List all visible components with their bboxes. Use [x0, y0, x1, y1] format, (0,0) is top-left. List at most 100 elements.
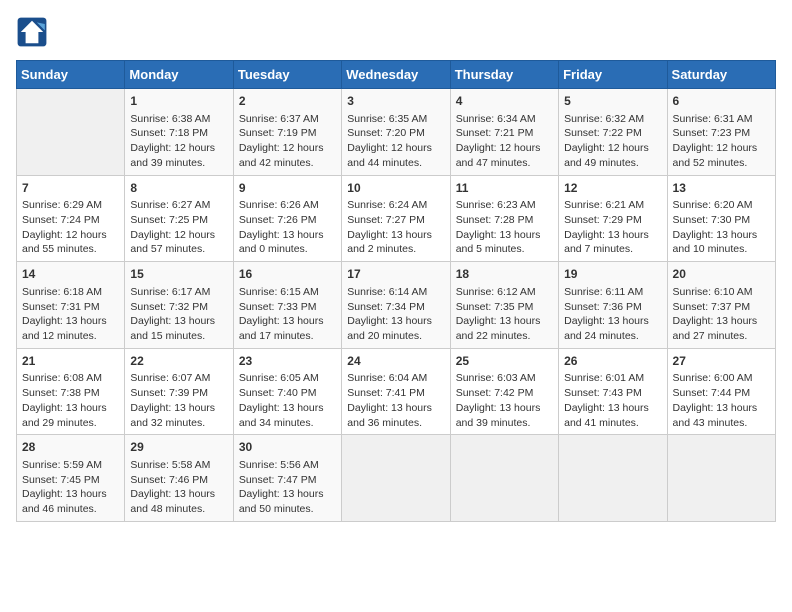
day-info: Sunrise: 5:56 AM Sunset: 7:47 PM Dayligh… [239, 458, 336, 517]
day-number: 2 [239, 93, 336, 110]
day-cell: 16 Sunrise: 6:15 AM Sunset: 7:33 PM Dayli… [233, 262, 341, 349]
day-cell: 3 Sunrise: 6:35 AM Sunset: 7:20 PM Daylig… [342, 89, 450, 176]
day-info: Sunrise: 6:00 AM Sunset: 7:44 PM Dayligh… [673, 371, 770, 430]
day-info: Sunrise: 6:15 AM Sunset: 7:33 PM Dayligh… [239, 285, 336, 344]
day-number: 8 [130, 180, 227, 197]
day-cell: 22Sunrise: 6:07 AM Sunset: 7:39 PM Dayli… [125, 348, 233, 435]
day-info: Sunrise: 6:23 AM Sunset: 7:28 PM Dayligh… [456, 198, 553, 257]
day-info: Sunrise: 6:12 AM Sunset: 7:35 PM Dayligh… [456, 285, 553, 344]
day-cell: 25Sunrise: 6:03 AM Sunset: 7:42 PM Dayli… [450, 348, 558, 435]
day-cell: 19 Sunrise: 6:11 AM Sunset: 7:36 PM Dayli… [559, 262, 667, 349]
day-number: 24 [347, 353, 444, 370]
day-number: 29 [130, 439, 227, 456]
day-info: Sunrise: 5:59 AM Sunset: 7:45 PM Dayligh… [22, 458, 119, 517]
day-number: 26 [564, 353, 661, 370]
day-number: 14 [22, 266, 119, 283]
day-info: Sunrise: 6:11 AM Sunset: 7:36 PM Dayligh… [564, 285, 661, 344]
day-number: 9 [239, 180, 336, 197]
day-cell [559, 435, 667, 522]
week-row-4: 21Sunrise: 6:08 AM Sunset: 7:38 PM Dayli… [17, 348, 776, 435]
day-info: Sunrise: 6:05 AM Sunset: 7:40 PM Dayligh… [239, 371, 336, 430]
day-number: 4 [456, 93, 553, 110]
day-info: Sunrise: 5:58 AM Sunset: 7:46 PM Dayligh… [130, 458, 227, 517]
day-header-saturday: Saturday [667, 61, 775, 89]
day-info: Sunrise: 6:03 AM Sunset: 7:42 PM Dayligh… [456, 371, 553, 430]
day-number: 21 [22, 353, 119, 370]
day-cell: 11Sunrise: 6:23 AM Sunset: 7:28 PM Dayli… [450, 175, 558, 262]
day-number: 7 [22, 180, 119, 197]
day-number: 17 [347, 266, 444, 283]
calendar-table: SundayMondayTuesdayWednesdayThursdayFrid… [16, 60, 776, 522]
day-info: Sunrise: 6:18 AM Sunset: 7:31 PM Dayligh… [22, 285, 119, 344]
day-number: 19 [564, 266, 661, 283]
day-number: 23 [239, 353, 336, 370]
day-cell: 28 Sunrise: 5:59 AM Sunset: 7:45 PM Dayli… [17, 435, 125, 522]
day-info: Sunrise: 6:20 AM Sunset: 7:30 PM Dayligh… [673, 198, 770, 257]
day-cell: 26Sunrise: 6:01 AM Sunset: 7:43 PM Dayli… [559, 348, 667, 435]
day-cell: 13Sunrise: 6:20 AM Sunset: 7:30 PM Dayli… [667, 175, 775, 262]
day-info: Sunrise: 6:10 AM Sunset: 7:37 PM Dayligh… [673, 285, 770, 344]
day-info: Sunrise: 6:04 AM Sunset: 7:41 PM Dayligh… [347, 371, 444, 430]
day-cell: 18Sunrise: 6:12 AM Sunset: 7:35 PM Dayli… [450, 262, 558, 349]
day-number: 28 [22, 439, 119, 456]
day-cell: 4Sunrise: 6:34 AM Sunset: 7:21 PM Daylig… [450, 89, 558, 176]
day-info: Sunrise: 6:31 AM Sunset: 7:23 PM Dayligh… [673, 112, 770, 171]
day-cell: 29 Sunrise: 5:58 AM Sunset: 7:46 PM Dayli… [125, 435, 233, 522]
day-number: 25 [456, 353, 553, 370]
week-row-2: 7Sunrise: 6:29 AM Sunset: 7:24 PM Daylig… [17, 175, 776, 262]
day-number: 15 [130, 266, 227, 283]
week-row-3: 14 Sunrise: 6:18 AM Sunset: 7:31 PM Dayli… [17, 262, 776, 349]
day-info: Sunrise: 6:32 AM Sunset: 7:22 PM Dayligh… [564, 112, 661, 171]
day-cell: 2Sunrise: 6:37 AM Sunset: 7:19 PM Daylig… [233, 89, 341, 176]
day-cell: 24Sunrise: 6:04 AM Sunset: 7:41 PM Dayli… [342, 348, 450, 435]
day-cell: 21Sunrise: 6:08 AM Sunset: 7:38 PM Dayli… [17, 348, 125, 435]
day-header-friday: Friday [559, 61, 667, 89]
day-info: Sunrise: 6:38 AM Sunset: 7:18 PM Dayligh… [130, 112, 227, 171]
day-number: 27 [673, 353, 770, 370]
day-cell: 7Sunrise: 6:29 AM Sunset: 7:24 PM Daylig… [17, 175, 125, 262]
day-cell: 12Sunrise: 6:21 AM Sunset: 7:29 PM Dayli… [559, 175, 667, 262]
day-header-wednesday: Wednesday [342, 61, 450, 89]
day-info: Sunrise: 6:17 AM Sunset: 7:32 PM Dayligh… [130, 285, 227, 344]
day-info: Sunrise: 6:29 AM Sunset: 7:24 PM Dayligh… [22, 198, 119, 257]
day-cell [17, 89, 125, 176]
day-cell: 8Sunrise: 6:27 AM Sunset: 7:25 PM Daylig… [125, 175, 233, 262]
day-number: 22 [130, 353, 227, 370]
day-number: 3 [347, 93, 444, 110]
day-cell: 30 Sunrise: 5:56 AM Sunset: 7:47 PM Dayli… [233, 435, 341, 522]
day-number: 11 [456, 180, 553, 197]
day-number: 10 [347, 180, 444, 197]
day-header-sunday: Sunday [17, 61, 125, 89]
day-info: Sunrise: 6:14 AM Sunset: 7:34 PM Dayligh… [347, 285, 444, 344]
day-info: Sunrise: 6:26 AM Sunset: 7:26 PM Dayligh… [239, 198, 336, 257]
day-cell: 27Sunrise: 6:00 AM Sunset: 7:44 PM Dayli… [667, 348, 775, 435]
day-header-thursday: Thursday [450, 61, 558, 89]
day-number: 20 [673, 266, 770, 283]
day-cell: 5 Sunrise: 6:32 AM Sunset: 7:22 PM Daylig… [559, 89, 667, 176]
page-header [16, 16, 776, 48]
day-number: 30 [239, 439, 336, 456]
day-info: Sunrise: 6:07 AM Sunset: 7:39 PM Dayligh… [130, 371, 227, 430]
day-cell [667, 435, 775, 522]
day-info: Sunrise: 6:01 AM Sunset: 7:43 PM Dayligh… [564, 371, 661, 430]
day-cell: 1Sunrise: 6:38 AM Sunset: 7:18 PM Daylig… [125, 89, 233, 176]
day-cell [342, 435, 450, 522]
day-info: Sunrise: 6:27 AM Sunset: 7:25 PM Dayligh… [130, 198, 227, 257]
week-row-5: 28 Sunrise: 5:59 AM Sunset: 7:45 PM Dayli… [17, 435, 776, 522]
logo [16, 16, 52, 48]
day-number: 6 [673, 93, 770, 110]
day-header-monday: Monday [125, 61, 233, 89]
day-cell: 9Sunrise: 6:26 AM Sunset: 7:26 PM Daylig… [233, 175, 341, 262]
day-cell [450, 435, 558, 522]
day-number: 16 [239, 266, 336, 283]
day-number: 5 [564, 93, 661, 110]
day-info: Sunrise: 6:35 AM Sunset: 7:20 PM Dayligh… [347, 112, 444, 171]
day-info: Sunrise: 6:21 AM Sunset: 7:29 PM Dayligh… [564, 198, 661, 257]
day-cell: 14 Sunrise: 6:18 AM Sunset: 7:31 PM Dayli… [17, 262, 125, 349]
day-info: Sunrise: 6:08 AM Sunset: 7:38 PM Dayligh… [22, 371, 119, 430]
day-number: 13 [673, 180, 770, 197]
day-info: Sunrise: 6:24 AM Sunset: 7:27 PM Dayligh… [347, 198, 444, 257]
logo-icon [16, 16, 48, 48]
day-cell: 17 Sunrise: 6:14 AM Sunset: 7:34 PM Dayli… [342, 262, 450, 349]
day-cell: 15 Sunrise: 6:17 AM Sunset: 7:32 PM Dayli… [125, 262, 233, 349]
